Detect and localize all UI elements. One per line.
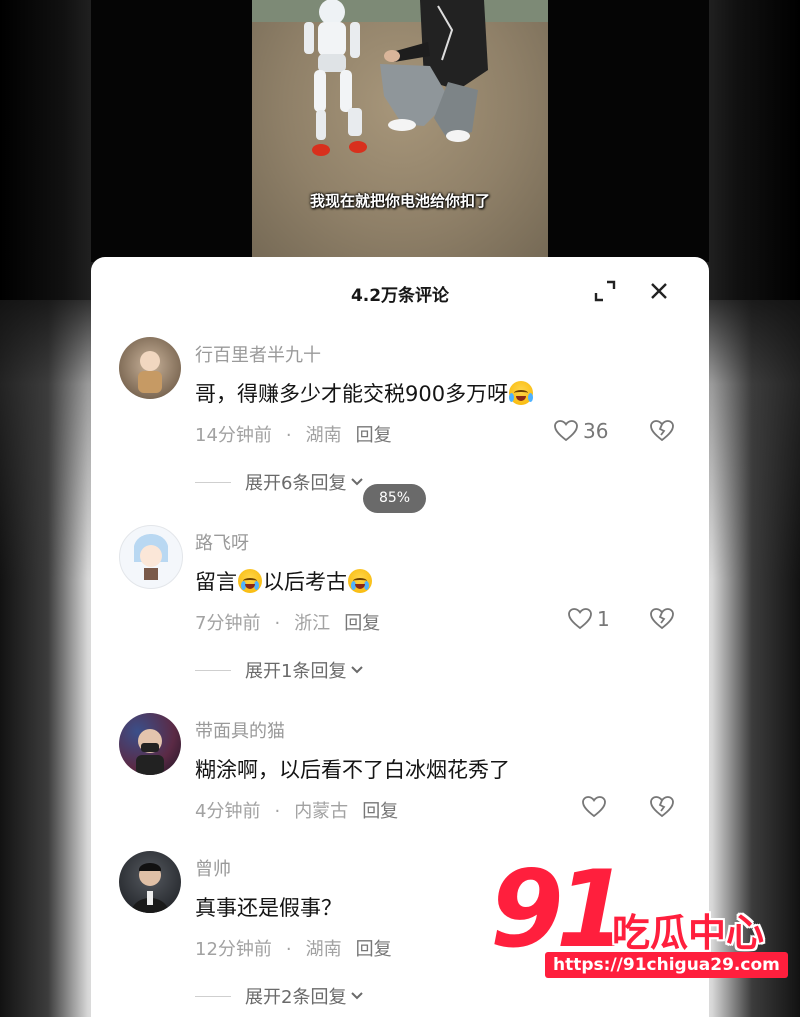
reply-button[interactable]: 回复 [344, 613, 380, 634]
like-button[interactable] [581, 795, 611, 819]
comment-location: 内蒙古 [294, 801, 349, 822]
comments-header: 4.2万条评论 [91, 257, 709, 327]
dislike-button[interactable] [649, 607, 675, 635]
reply-button[interactable]: 回复 [362, 801, 398, 822]
like-count: 36 [583, 419, 609, 443]
video-scene [304, 0, 488, 156]
comment-meta: 7分钟前 · 浙江 回复 [195, 609, 380, 635]
expand-replies-button[interactable]: 展开6条回复 [195, 469, 364, 495]
close-icon[interactable] [647, 279, 671, 307]
avatar[interactable] [119, 525, 183, 589]
like-button[interactable]: 1 [567, 607, 610, 631]
robot-figure [304, 0, 367, 156]
expand-divider [195, 669, 231, 671]
comment-location: 湖南 [305, 939, 342, 960]
avatar[interactable] [119, 851, 181, 913]
person-figure [380, 0, 488, 142]
laugh-cry-emoji-icon [509, 381, 534, 405]
comment-author[interactable]: 曾帅 [195, 855, 231, 881]
comment-time: 12分钟前 [195, 939, 272, 960]
avatar[interactable] [119, 713, 181, 775]
comment-time: 7分钟前 [195, 613, 261, 634]
comment-location: 浙江 [294, 613, 331, 634]
broken-heart-icon [650, 608, 674, 630]
meta-separator: · [285, 425, 292, 446]
comment-text-part: 留言 [195, 570, 237, 594]
chevron-down-icon [351, 478, 364, 486]
comment-time: 14分钟前 [195, 425, 272, 446]
comment-text: 哥，得赚多少才能交税900多万呀 [195, 378, 534, 408]
comment-text-body: 哥，得赚多少才能交税900多万呀 [195, 382, 509, 406]
video-subtitle: 我现在就把你电池给你扣了 [309, 192, 490, 210]
broken-heart-icon [650, 796, 674, 818]
comment-location: 湖南 [305, 425, 342, 446]
expand-divider [195, 481, 231, 483]
heart-icon [554, 420, 578, 442]
comment-author[interactable]: 路飞呀 [195, 529, 249, 555]
crying-emoji-icon [238, 569, 262, 593]
comment-meta: 12分钟前 · 湖南 回复 [195, 935, 392, 961]
comment-author[interactable]: 带面具的猫 [195, 717, 285, 743]
zoom-level-badge: 85% [363, 484, 426, 513]
expand-replies-label: 展开1条回复 [245, 661, 347, 682]
expand-icon[interactable] [593, 279, 617, 307]
comment-time: 4分钟前 [195, 801, 261, 822]
comment-text: 留言 以后考古 [195, 566, 373, 596]
comment-text: 糊涂啊，以后看不了白冰烟花秀了 [195, 758, 510, 782]
watermark-brand: 吃瓜中心 [612, 911, 765, 955]
reply-button[interactable]: 回复 [356, 939, 392, 960]
expand-replies-label: 展开6条回复 [245, 473, 347, 494]
comment-text-part: 以后考古 [263, 570, 347, 594]
heart-icon [582, 796, 606, 818]
expand-replies-button[interactable]: 展开2条回复 [195, 983, 364, 1009]
meta-separator: · [274, 801, 281, 822]
video-frame: 我现在就把你电池给你扣了 [252, 0, 548, 262]
broken-heart-icon [650, 420, 674, 442]
expand-divider [195, 995, 231, 997]
dislike-button[interactable] [649, 419, 675, 447]
watermark-url: https://91chigua29.com [545, 952, 788, 978]
comment-text: 真事还是假事？ [195, 896, 342, 920]
site-watermark: 91 吃瓜中心 https://91chigua29.com [490, 848, 790, 985]
expand-replies-button[interactable]: 展开1条回复 [195, 657, 364, 683]
like-count: 1 [597, 607, 610, 631]
like-button[interactable]: 36 [553, 419, 608, 443]
reply-button[interactable]: 回复 [356, 425, 392, 446]
comment-meta: 14分钟前 · 湖南 回复 [195, 421, 392, 447]
crying-emoji-icon [348, 569, 372, 593]
comment-author[interactable]: 行百里者半九十 [195, 341, 321, 367]
video-player[interactable]: 我现在就把你电池给你扣了 [91, 0, 709, 262]
chevron-down-icon [351, 666, 364, 674]
dislike-button[interactable] [649, 795, 675, 823]
comment-meta: 4分钟前 · 内蒙古 回复 [195, 797, 398, 823]
avatar[interactable] [119, 337, 181, 399]
expand-replies-label: 展开2条回复 [245, 987, 347, 1008]
meta-separator: · [274, 613, 281, 634]
meta-separator: · [285, 939, 292, 960]
heart-icon [568, 608, 592, 630]
